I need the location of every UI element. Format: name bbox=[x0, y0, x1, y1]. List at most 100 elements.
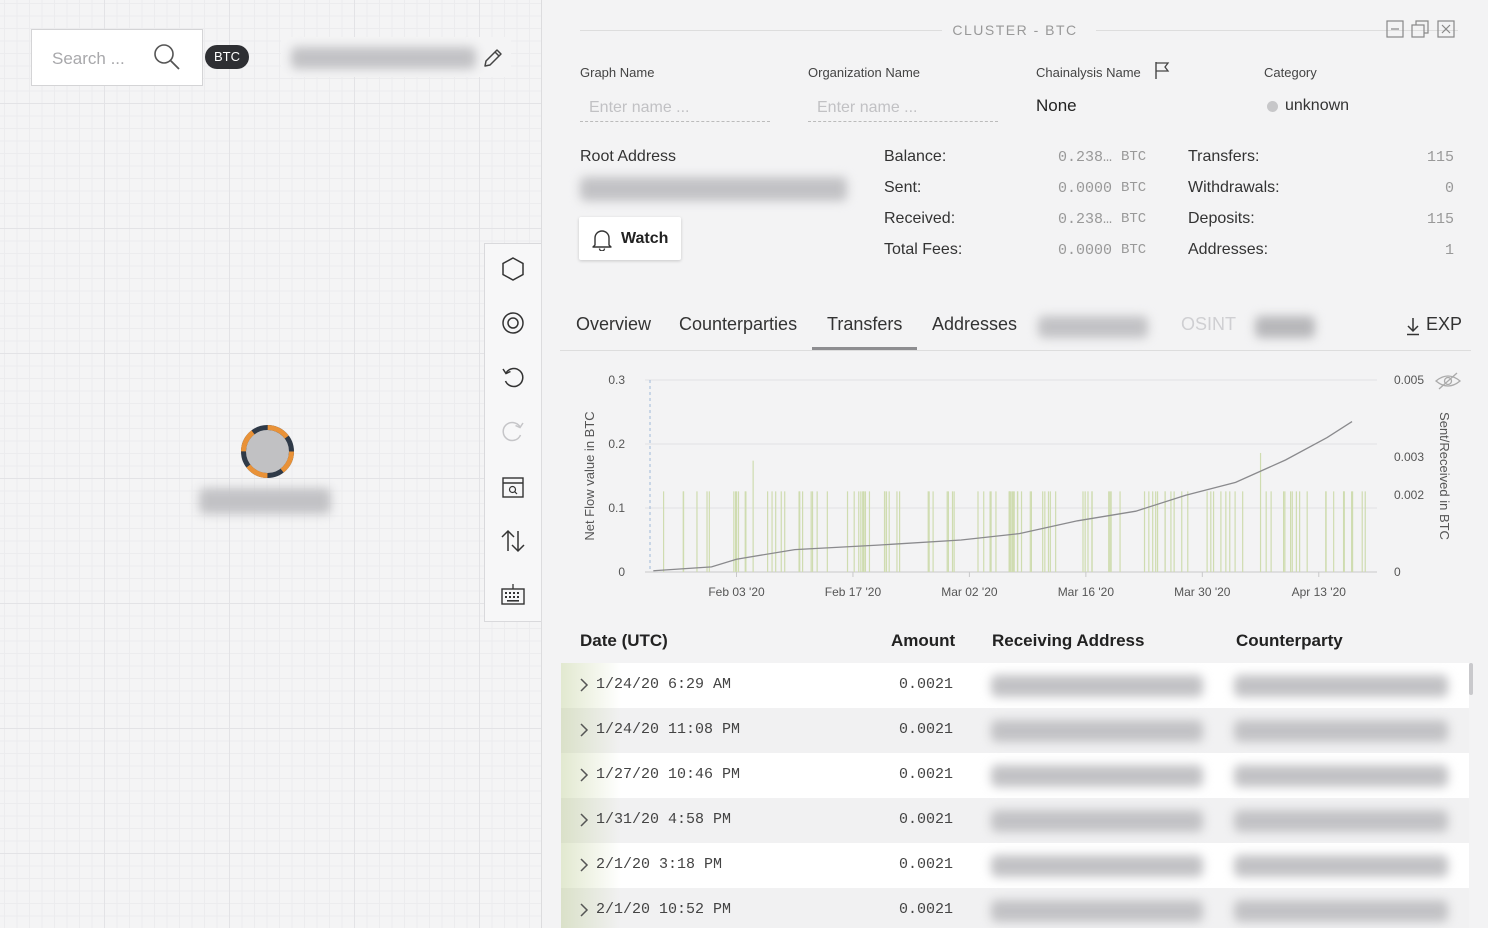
receiving-address-redacted[interactable] bbox=[991, 900, 1203, 922]
chevron-right-icon[interactable] bbox=[579, 677, 589, 693]
column-header-date[interactable]: Date (UTC) bbox=[580, 631, 668, 651]
stat-value: 115 bbox=[1426, 211, 1454, 228]
tab-counterparties[interactable]: Counterparties bbox=[679, 314, 797, 335]
undo-icon[interactable] bbox=[498, 362, 528, 392]
download-icon[interactable] bbox=[1405, 316, 1421, 336]
root-address-redacted[interactable] bbox=[580, 177, 847, 201]
x-tick-label: Mar 30 '20 bbox=[1174, 585, 1231, 599]
tab-redacted[interactable] bbox=[1038, 316, 1148, 338]
org-name-input[interactable] bbox=[808, 94, 998, 122]
restore-icon[interactable] bbox=[1411, 20, 1429, 38]
table-row[interactable]: 1/24/20 6:29 AM 0.0021 bbox=[561, 663, 1469, 708]
transfer-date: 1/24/20 6:29 AM bbox=[596, 676, 732, 693]
chevron-right-icon[interactable] bbox=[579, 902, 589, 918]
tab-transfers[interactable]: Transfers bbox=[827, 314, 902, 335]
counterparty-redacted[interactable] bbox=[1234, 675, 1448, 697]
column-header-amount[interactable]: Amount bbox=[891, 631, 955, 651]
receiving-address-redacted[interactable] bbox=[991, 810, 1203, 832]
search-input[interactable] bbox=[50, 45, 154, 73]
stat-label: Total Fees: bbox=[884, 241, 963, 258]
x-tick-label: Mar 16 '20 bbox=[1058, 585, 1115, 599]
graph-title-field[interactable] bbox=[281, 37, 511, 77]
counterparty-redacted[interactable] bbox=[1234, 900, 1448, 922]
panel-title: CLUSTER - BTC bbox=[952, 22, 1078, 38]
transfer-date: 1/31/20 4:58 PM bbox=[596, 811, 732, 828]
stat-value: 0.0000 bbox=[1057, 242, 1112, 259]
close-icon[interactable] bbox=[1437, 20, 1455, 38]
minimize-icon[interactable] bbox=[1386, 20, 1404, 38]
chevron-right-icon[interactable] bbox=[579, 812, 589, 828]
stat-label: Withdrawals: bbox=[1188, 179, 1280, 196]
receiving-address-redacted[interactable] bbox=[991, 765, 1203, 787]
y2-tick-label: 0.002 bbox=[1394, 488, 1424, 502]
table-row[interactable]: 2/1/20 3:18 PM 0.0021 bbox=[561, 843, 1469, 888]
y-axis-label: Net Flow value in BTC bbox=[582, 411, 597, 540]
active-tab-indicator bbox=[812, 347, 917, 350]
y-tick-label: 0.1 bbox=[608, 501, 625, 515]
x-tick-label: Mar 02 '20 bbox=[941, 585, 998, 599]
counterparty-redacted[interactable] bbox=[1234, 765, 1448, 787]
x-tick-label: Apr 13 '20 bbox=[1292, 585, 1347, 599]
stat-value: 0.238… bbox=[1057, 149, 1112, 166]
tab-osint[interactable]: OSINT bbox=[1181, 314, 1236, 335]
counterparty-redacted[interactable] bbox=[1234, 720, 1448, 742]
y2-tick-label: 0 bbox=[1394, 565, 1401, 579]
transfer-date: 1/27/20 10:46 PM bbox=[596, 766, 741, 783]
receiving-address-redacted[interactable] bbox=[991, 855, 1203, 877]
table-scrollbar[interactable] bbox=[1469, 663, 1473, 695]
table-row[interactable]: 1/27/20 10:46 PM 0.0021 bbox=[561, 753, 1469, 798]
net-flow-chart: 0 0.1 0.2 0.3 0 0.002 0.003 0.005 Feb 03 '20 Feb … bbox=[582, 372, 1462, 599]
search-box[interactable] bbox=[31, 29, 203, 86]
tab-addresses[interactable]: Addresses bbox=[932, 314, 1017, 335]
column-header-receiving-address[interactable]: Receiving Address bbox=[992, 631, 1144, 651]
redo-icon[interactable] bbox=[498, 416, 528, 446]
stat-label: Addresses: bbox=[1188, 241, 1269, 258]
tab-bar: Overview Counterparties Transfers Addres… bbox=[560, 306, 1471, 351]
root-address-label: Root Address bbox=[580, 148, 677, 165]
tab-redacted[interactable] bbox=[1255, 316, 1315, 338]
stat-unit: BTC bbox=[1121, 211, 1147, 227]
cluster-node[interactable] bbox=[239, 423, 296, 480]
calendar-search-icon[interactable] bbox=[498, 472, 528, 502]
stat-unit: BTC bbox=[1121, 242, 1147, 258]
graph-canvas[interactable]: BTC bbox=[0, 0, 541, 928]
tool-rail bbox=[484, 243, 541, 622]
hexagon-icon[interactable] bbox=[498, 254, 528, 284]
counterparty-redacted[interactable] bbox=[1234, 810, 1448, 832]
stat-label: Received: bbox=[884, 210, 956, 227]
table-row[interactable]: 1/31/20 4:58 PM 0.0021 bbox=[561, 798, 1469, 843]
search-icon[interactable] bbox=[152, 42, 182, 72]
graph-name-input[interactable] bbox=[580, 94, 770, 122]
table-header: Date (UTC) Amount Receiving Address Coun… bbox=[542, 628, 1488, 658]
y2-axis-label: Sent/Received in BTC bbox=[1437, 412, 1452, 540]
table-row[interactable]: 2/1/20 10:52 PM 0.0021 bbox=[561, 888, 1469, 928]
tab-overview[interactable]: Overview bbox=[576, 314, 651, 335]
counterparty-redacted[interactable] bbox=[1234, 855, 1448, 877]
pencil-icon[interactable] bbox=[481, 46, 505, 70]
category-value[interactable]: unknown bbox=[1285, 97, 1349, 115]
stat-label: Balance: bbox=[884, 148, 947, 165]
chainalysis-name-value: None bbox=[1036, 96, 1077, 115]
graph-name-label: Graph Name bbox=[580, 65, 655, 80]
receiving-address-redacted[interactable] bbox=[991, 720, 1203, 742]
keyboard-icon[interactable] bbox=[498, 580, 528, 610]
stat-unit: BTC bbox=[1121, 149, 1147, 165]
stat-unit: BTC bbox=[1121, 180, 1147, 196]
transfer-amount: 0.0021 bbox=[899, 721, 954, 738]
column-header-counterparty[interactable]: Counterparty bbox=[1236, 631, 1343, 651]
flag-icon[interactable] bbox=[1153, 60, 1171, 80]
chevron-right-icon[interactable] bbox=[579, 767, 589, 783]
stat-label: Sent: bbox=[884, 179, 922, 196]
chevron-right-icon[interactable] bbox=[579, 722, 589, 738]
receiving-address-redacted[interactable] bbox=[991, 675, 1203, 697]
y-tick-label: 0.2 bbox=[608, 437, 625, 451]
export-button[interactable]: EXP bbox=[1426, 314, 1462, 335]
transfer-amount: 0.0021 bbox=[899, 856, 954, 873]
eye-slash-icon[interactable] bbox=[1434, 372, 1462, 390]
chevron-right-icon[interactable] bbox=[579, 857, 589, 873]
target-icon[interactable] bbox=[498, 308, 528, 338]
stat-value: 115 bbox=[1426, 149, 1454, 166]
org-name-label: Organization Name bbox=[808, 65, 920, 80]
sort-arrows-icon[interactable] bbox=[498, 526, 528, 556]
table-row[interactable]: 1/24/20 11:08 PM 0.0021 bbox=[561, 708, 1469, 753]
